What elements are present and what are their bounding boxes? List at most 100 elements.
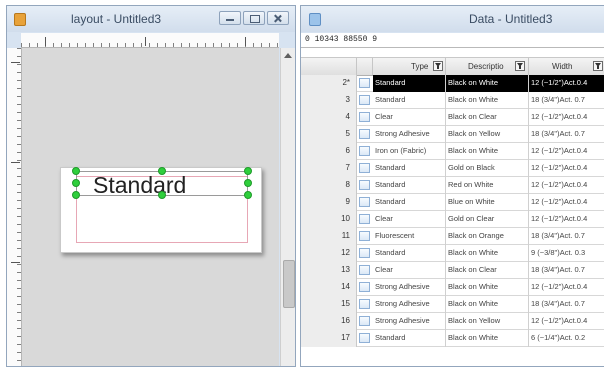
column-header-description[interactable]: Descriptio <box>446 58 529 75</box>
column-header-type[interactable]: Type <box>373 58 446 75</box>
row-checkbox[interactable] <box>359 163 370 173</box>
row-number[interactable]: 8 <box>301 177 357 194</box>
cell-description[interactable]: Red on White <box>446 177 529 194</box>
filter-icon[interactable] <box>515 61 525 71</box>
row-checkbox[interactable] <box>359 333 370 343</box>
cell-description[interactable]: Black on Orange <box>446 228 529 245</box>
cell-width[interactable]: 12 (~1/2")Act.0.4 <box>529 75 604 92</box>
resize-handle[interactable] <box>158 167 166 175</box>
row-number[interactable]: 4 <box>301 109 357 126</box>
cell-description[interactable]: Black on Clear <box>446 262 529 279</box>
label-preview[interactable]: Standard <box>60 167 262 253</box>
row-checkbox[interactable] <box>359 146 370 156</box>
row-checkbox[interactable] <box>359 129 370 139</box>
row-number[interactable]: 16 <box>301 313 357 330</box>
row-number[interactable]: 10 <box>301 211 357 228</box>
table-row[interactable]: 11 Fluorescent Black on Orange 18 (3/4")Act… <box>301 228 604 245</box>
cell-width[interactable]: 18 (3/4")Act. 0.7 <box>529 126 604 143</box>
row-number[interactable]: 2* <box>301 75 357 92</box>
row-checkbox[interactable] <box>359 180 370 190</box>
row-number[interactable]: 17 <box>301 330 357 347</box>
label-text-object[interactable]: Standard <box>93 172 186 199</box>
row-checkbox[interactable] <box>359 248 370 258</box>
cell-width[interactable]: 12 (~1/2")Act.0.4 <box>529 279 604 296</box>
cell-description[interactable]: Black on White <box>446 143 529 160</box>
row-checkbox[interactable] <box>359 214 370 224</box>
cell-width[interactable]: 18 (3/4")Act. 0.7 <box>529 296 604 313</box>
row-number[interactable]: 9 <box>301 194 357 211</box>
layout-canvas[interactable]: Standard <box>22 48 279 366</box>
cell-type[interactable]: Standard <box>373 194 446 211</box>
cell-type[interactable]: Standard <box>373 330 446 347</box>
cell-width[interactable]: 6 (~1/4")Act. 0.2 <box>529 330 604 347</box>
resize-handle[interactable] <box>158 191 166 199</box>
row-checkbox[interactable] <box>359 265 370 275</box>
row-number[interactable]: 12 <box>301 245 357 262</box>
cell-type[interactable]: Strong Adhesive <box>373 313 446 330</box>
table-row[interactable]: 10 Clear Gold on Clear 12 (~1/2")Act.0.4 <box>301 211 604 228</box>
resize-handle[interactable] <box>72 191 80 199</box>
cell-width[interactable]: 18 (3/4")Act. 0.7 <box>529 228 604 245</box>
cell-width[interactable]: 12 (~1/2")Act.0.4 <box>529 143 604 160</box>
table-row[interactable]: 5 Strong Adhesive Black on Yellow 18 (3/4")… <box>301 126 604 143</box>
resize-handle[interactable] <box>72 179 80 187</box>
table-row[interactable]: 7 Standard Gold on Black 12 (~1/2")Act.0.4 <box>301 160 604 177</box>
table-row[interactable]: 2* Standard Black on White 12 (~1/2")Act.0.… <box>301 75 604 92</box>
cell-width[interactable]: 12 (~1/2")Act.0.4 <box>529 177 604 194</box>
cell-description[interactable]: Black on Yellow <box>446 126 529 143</box>
table-row[interactable]: 4 Clear Black on Clear 12 (~1/2")Act.0.4 <box>301 109 604 126</box>
cell-description[interactable]: Black on White <box>446 330 529 347</box>
filter-icon[interactable] <box>593 61 603 71</box>
column-header-width[interactable]: Width <box>529 58 604 75</box>
table-row[interactable]: 16 Strong Adhesive Black on Yellow 12 (~1/2… <box>301 313 604 330</box>
row-number[interactable]: 14 <box>301 279 357 296</box>
layout-title-bar[interactable]: layout - Untitled3 <box>7 6 295 32</box>
row-number[interactable]: 11 <box>301 228 357 245</box>
row-checkbox[interactable] <box>359 316 370 326</box>
row-checkbox[interactable] <box>359 299 370 309</box>
cell-description[interactable]: Black on Clear <box>446 109 529 126</box>
cell-description[interactable]: Black on White <box>446 75 529 92</box>
data-title-bar[interactable]: Data - Untitled3 <box>301 6 604 32</box>
scrollbar-thumb[interactable] <box>283 260 295 308</box>
cell-description[interactable]: Black on Yellow <box>446 313 529 330</box>
cell-width[interactable]: 9 (~3/8")Act. 0.3 <box>529 245 604 262</box>
cell-width[interactable]: 12 (~1/2")Act.0.4 <box>529 313 604 330</box>
cell-type[interactable]: Clear <box>373 211 446 228</box>
resize-handle[interactable] <box>244 167 252 175</box>
resize-handle[interactable] <box>72 167 80 175</box>
table-row[interactable]: 17 Standard Black on White 6 (~1/4")Act. 0.… <box>301 330 604 347</box>
cell-description[interactable]: Black on White <box>446 92 529 109</box>
table-row[interactable]: 12 Standard Black on White 9 (~3/8")Act. 0.… <box>301 245 604 262</box>
row-checkbox[interactable] <box>359 112 370 122</box>
filter-icon[interactable] <box>433 61 443 71</box>
maximize-button[interactable] <box>243 11 265 25</box>
cell-type[interactable]: Strong Adhesive <box>373 279 446 296</box>
cell-width[interactable]: 18 (3/4")Act. 0.7 <box>529 92 604 109</box>
cell-type[interactable]: Standard <box>373 160 446 177</box>
cell-description[interactable]: Gold on Black <box>446 160 529 177</box>
row-checkbox[interactable] <box>359 95 370 105</box>
scroll-up-icon[interactable] <box>284 53 292 58</box>
cell-description[interactable]: Black on White <box>446 279 529 296</box>
resize-handle[interactable] <box>244 191 252 199</box>
cell-width[interactable]: 12 (~1/2")Act.0.4 <box>529 211 604 228</box>
row-checkbox[interactable] <box>359 282 370 292</box>
cell-type[interactable]: Standard <box>373 92 446 109</box>
cell-type[interactable]: Clear <box>373 262 446 279</box>
table-row[interactable]: 9 Standard Blue on White 12 (~1/2")Act.0.4 <box>301 194 604 211</box>
cell-type[interactable]: Strong Adhesive <box>373 126 446 143</box>
table-row[interactable]: 14 Strong Adhesive Black on White 12 (~1/2"… <box>301 279 604 296</box>
row-checkbox[interactable] <box>359 78 370 88</box>
cell-description[interactable]: Blue on White <box>446 194 529 211</box>
table-row[interactable]: 3 Standard Black on White 18 (3/4")Act. 0.7 <box>301 92 604 109</box>
row-number[interactable]: 3 <box>301 92 357 109</box>
cell-width[interactable]: 12 (~1/2")Act.0.4 <box>529 109 604 126</box>
cell-width[interactable]: 12 (~1/2")Act.0.4 <box>529 194 604 211</box>
cell-type[interactable]: Clear <box>373 109 446 126</box>
row-checkbox[interactable] <box>359 197 370 207</box>
cell-type[interactable]: Strong Adhesive <box>373 296 446 313</box>
row-number[interactable]: 15 <box>301 296 357 313</box>
barcode-field[interactable]: 0 10343 88550 9 <box>301 33 604 48</box>
cell-type[interactable]: Iron on (Fabric) <box>373 143 446 160</box>
